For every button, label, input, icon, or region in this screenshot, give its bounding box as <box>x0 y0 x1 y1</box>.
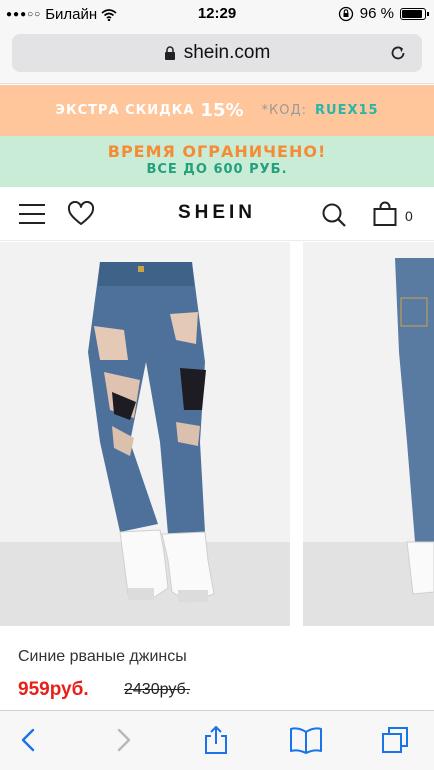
product-photo-back[interactable] <box>303 242 434 626</box>
site-header: SHEIN 0 <box>0 187 434 241</box>
product-title[interactable]: Синие рваные джинсы <box>18 648 187 666</box>
browser-chrome: shein.com <box>0 28 434 84</box>
status-bar: ●●●○○ Билайн 12:29 96 % <box>0 0 434 28</box>
jeans-back-illustration <box>303 242 434 626</box>
forward-arrow-icon[interactable] <box>108 725 138 755</box>
shein-logo[interactable]: SHEIN <box>0 202 434 224</box>
product-original-price: 2430руб. <box>124 681 191 698</box>
reload-icon[interactable] <box>388 43 408 63</box>
promo-discount-banner[interactable]: ЭКСТРА СКИДКА 15% *КОД: RUEX15 <box>0 85 434 136</box>
url-text: shein.com <box>183 42 271 63</box>
product-gallery[interactable] <box>0 242 434 626</box>
product-photo-front[interactable] <box>0 242 290 626</box>
product-sale-price: 959руб. <box>18 679 89 700</box>
battery-percent: 96 % <box>359 5 394 22</box>
cart-count: 0 <box>405 208 413 224</box>
lock-icon <box>164 46 175 60</box>
rotation-lock-icon <box>338 6 353 21</box>
jeans-front-illustration <box>0 242 290 626</box>
promo-discount-percent: 15% <box>200 100 244 121</box>
promo-code-label: *КОД: <box>261 103 308 118</box>
browser-toolbar <box>0 710 434 770</box>
share-icon[interactable] <box>201 725 231 755</box>
promo-limited-headline: ВРЕМЯ ОГРАНИЧЕНО! <box>107 142 327 161</box>
search-icon[interactable] <box>321 202 347 228</box>
promo-code: RUEX15 <box>315 103 379 118</box>
shopping-bag-icon[interactable] <box>372 201 398 227</box>
promo-limited-subline: ВСЕ ДО 600 РУБ. <box>146 162 288 177</box>
battery-icon <box>400 7 429 20</box>
back-arrow-icon[interactable] <box>14 725 44 755</box>
tabs-icon[interactable] <box>380 725 410 755</box>
promo-limited-banner[interactable]: ВРЕМЯ ОГРАНИЧЕНО! ВСЕ ДО 600 РУБ. <box>0 136 434 187</box>
bookmarks-icon[interactable] <box>288 725 324 755</box>
address-bar[interactable]: shein.com <box>12 34 422 72</box>
promo-discount-label: ЭКСТРА СКИДКА <box>55 103 195 118</box>
